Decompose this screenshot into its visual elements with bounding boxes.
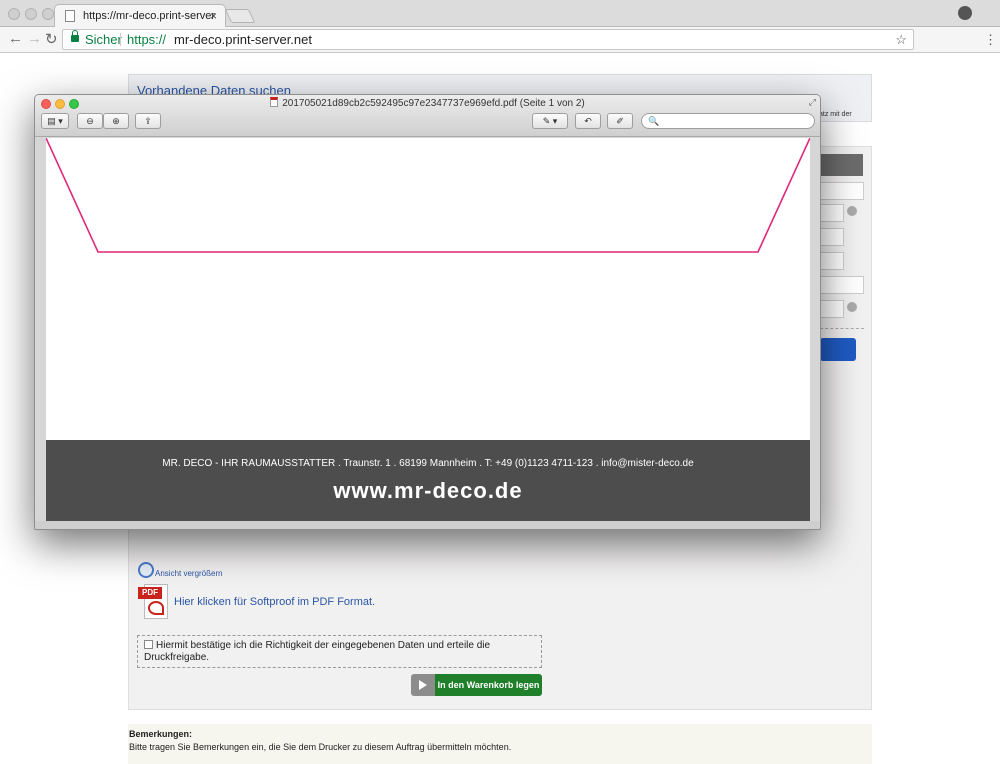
back-icon[interactable]: ←	[8, 30, 23, 47]
pdf-page[interactable]: MR. DECO - IHR RAUMAUSSTATTER . Traunstr…	[46, 138, 810, 521]
lock-icon	[71, 30, 79, 42]
divider	[820, 328, 864, 329]
form-field[interactable]	[820, 252, 844, 270]
remarks-title: Bemerkungen:	[129, 729, 193, 739]
zoom-in-button[interactable]: ⊕	[103, 113, 129, 129]
url-protocol: https://	[127, 32, 167, 47]
search-panel-note: atz mit der	[819, 111, 852, 118]
browser-menu-icon[interactable]: ⋮	[984, 32, 997, 48]
sidebar-toggle-button[interactable]: ▤ ▾	[41, 113, 69, 129]
magnifier-icon	[138, 562, 154, 578]
minimize-window-button[interactable]	[25, 8, 37, 20]
preview-titlebar: 201705021d89cb2c592495c97e2347737e969efd…	[35, 95, 820, 137]
form-select[interactable]	[820, 204, 844, 222]
address-separator	[120, 33, 121, 46]
rotate-button[interactable]: ↶	[575, 113, 601, 129]
softproof-row[interactable]: PDF Hier klicken für Softproof im PDF Fo…	[138, 584, 375, 620]
form-field[interactable]	[820, 276, 864, 294]
url-host: mr-deco.print-server.net	[174, 32, 312, 47]
play-icon	[411, 674, 435, 696]
new-tab-button[interactable]	[224, 9, 256, 23]
browser-tab-bar: https://mr-deco.print-server ×	[0, 0, 1000, 28]
maximize-window-button[interactable]	[42, 8, 54, 20]
pdf-icon[interactable]: PDF	[138, 584, 170, 620]
tab-close-icon[interactable]: ×	[210, 5, 217, 27]
form-field[interactable]	[820, 228, 844, 246]
pdf-footer-band: MR. DECO - IHR RAUMAUSSTATTER . Traunstr…	[46, 440, 810, 521]
preview-search-field[interactable]: 🔍	[641, 113, 815, 129]
pdf-file-icon	[270, 97, 279, 107]
search-icon: 🔍	[648, 116, 660, 126]
pdf-icon-label: PDF	[138, 587, 162, 599]
bookmark-star-icon[interactable]: ☆	[895, 30, 907, 49]
remarks-section: Bemerkungen: Bitte tragen Sie Bemerkunge…	[128, 724, 872, 764]
form-submit-button[interactable]	[820, 338, 856, 361]
browser-tab[interactable]: https://mr-deco.print-server ×	[54, 4, 226, 28]
fullscreen-icon[interactable]: ⤢	[809, 97, 816, 108]
zoom-view-label: Ansicht vergrößern	[155, 569, 223, 578]
close-window-button[interactable]	[8, 8, 20, 20]
print-approval-text: Hiermit bestätige ich die Richtigkeit de…	[144, 640, 491, 663]
page-favicon-icon	[65, 10, 75, 22]
help-icon[interactable]	[847, 302, 857, 312]
add-to-cart-label: In den Warenkorb legen	[435, 674, 542, 696]
forward-icon[interactable]: →	[27, 30, 42, 47]
form-field[interactable]	[820, 182, 864, 200]
remarks-text: Bitte tragen Sie Bemerkungen ein, die Si…	[129, 742, 512, 752]
envelope-flap-outline	[46, 138, 810, 253]
zoom-out-button[interactable]: ⊖	[77, 113, 103, 129]
preview-bottom-edge	[35, 521, 820, 529]
print-approval-checkbox[interactable]	[144, 640, 153, 649]
pdf-preview-window: 201705021d89cb2c592495c97e2347737e969efd…	[34, 94, 821, 530]
address-bar[interactable]: Sicher https:// mr-deco.print-server.net…	[62, 29, 914, 50]
secure-label: Sicher	[85, 32, 122, 47]
form-header-bar	[820, 154, 863, 176]
footer-address: MR. DECO - IHR RAUMAUSSTATTER . Traunstr…	[162, 458, 694, 469]
profile-icon[interactable]	[958, 6, 972, 20]
softproof-link[interactable]: Hier klicken für Softproof im PDF Format…	[174, 596, 375, 608]
browser-toolbar: ← → ↻ Sicher https:// mr-deco.print-serv…	[0, 27, 1000, 53]
help-icon[interactable]	[847, 206, 857, 216]
footer-website: www.mr-deco.de	[333, 478, 523, 503]
print-approval-box: Hiermit bestätige ich die Richtigkeit de…	[137, 635, 542, 668]
add-to-cart-button[interactable]: In den Warenkorb legen	[411, 674, 542, 696]
share-button[interactable]: ⇪	[135, 113, 161, 129]
tab-title: https://mr-deco.print-server	[83, 10, 216, 22]
form-field[interactable]	[820, 300, 844, 318]
edit-toolbar-button[interactable]: ✐	[607, 113, 633, 129]
markup-button[interactable]: ✎ ▾	[532, 113, 568, 129]
preview-title: 201705021d89cb2c592495c97e2347737e969efd…	[282, 98, 585, 109]
reload-icon[interactable]: ↻	[45, 30, 58, 48]
zoom-view-link[interactable]: Ansicht vergrößern	[138, 562, 223, 578]
